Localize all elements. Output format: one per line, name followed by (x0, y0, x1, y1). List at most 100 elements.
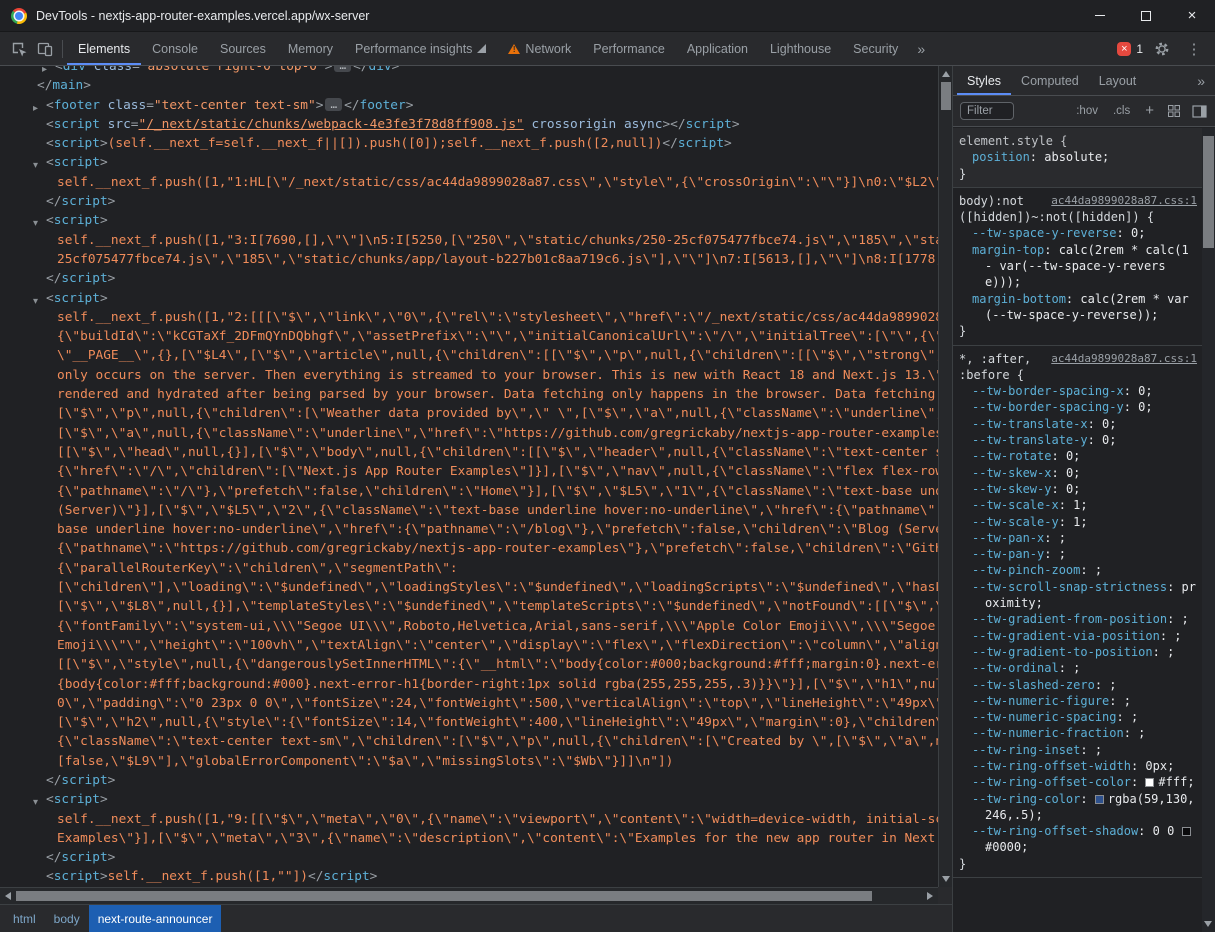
dom-tree-line[interactable]: [false,\"$L9\"],\"globalErrorComponent\"… (0, 752, 938, 771)
dom-tree-line[interactable]: only occurs on the server. Then everythi… (0, 366, 938, 385)
sidebar-scroll-thumb[interactable] (1203, 136, 1214, 248)
css-declaration[interactable]: --tw-border-spacing-x: 0; (959, 383, 1197, 399)
expand-ellipsis-button[interactable]: … (334, 66, 351, 72)
css-declaration[interactable]: --tw-ordinal: ; (959, 660, 1197, 676)
css-declaration[interactable]: --tw-border-spacing-y: 0; (959, 399, 1197, 415)
tab-sources[interactable]: Sources (209, 32, 277, 65)
css-declaration[interactable]: --tw-gradient-from-position: ; (959, 611, 1197, 627)
tab-network[interactable]: Network (497, 32, 582, 65)
css-declaration[interactable]: --tw-pan-x: ; (959, 530, 1197, 546)
dom-tree-line[interactable]: [\"$\",\"p\",null,{\"children\":[\"Weath… (0, 404, 938, 423)
tab-security[interactable]: Security (842, 32, 909, 65)
dom-tree-line[interactable]: self.__next_f.push([1,"1:HL[\"/_next/sta… (0, 173, 938, 192)
css-declaration[interactable]: --tw-ring-offset-color: #fff; (959, 774, 1197, 790)
dom-tree-line[interactable]: rendered and hydrated after being parsed… (0, 385, 938, 404)
dom-tree-line[interactable]: {\"pathname\":\"https://github.com/gregr… (0, 539, 938, 558)
css-declaration[interactable]: margin-bottom: calc(2rem * var(--tw-spac… (959, 291, 1197, 324)
css-declaration[interactable]: --tw-numeric-spacing: ; (959, 709, 1197, 725)
css-declaration[interactable]: --tw-slashed-zero: ; (959, 677, 1197, 693)
tab-console[interactable]: Console (141, 32, 209, 65)
dom-tree-line[interactable]: Examples\"}],[\"$\",\"meta\",\"3\",{\"na… (0, 829, 938, 848)
dom-tree-line[interactable]: ▾<script> (0, 153, 938, 172)
settings-gear-icon[interactable] (1149, 36, 1175, 62)
device-toolbar-icon[interactable] (32, 36, 58, 62)
css-selector[interactable]: element.style { (959, 134, 1067, 148)
breadcrumb-item-next-route-announcer[interactable]: next-route-announcer (89, 905, 222, 932)
css-declaration[interactable]: position: absolute; (959, 149, 1197, 165)
dom-tree-line[interactable]: <script>self.__next_f.push([1,""])</scri… (0, 867, 938, 886)
dom-tree-line[interactable]: ▸<footer class="text-center text-sm">…</… (0, 96, 938, 115)
color-swatch[interactable] (1095, 795, 1104, 804)
stylesheet-source-link[interactable]: ac44da9899028a87.css:1 (1051, 193, 1197, 209)
new-style-rule-button[interactable]: + (1141, 104, 1158, 118)
tab-performance[interactable]: Performance (582, 32, 676, 65)
console-error-badge[interactable]: × 1 (1117, 42, 1143, 56)
dom-tree-line[interactable]: ▾<script> (0, 790, 938, 809)
dom-tree-line[interactable]: 0\",\"padding\":\"0 23px 0 0\",\"fontSiz… (0, 694, 938, 713)
grid-icon[interactable] (1165, 98, 1183, 124)
dom-tree-line[interactable]: </script> (0, 192, 938, 211)
css-declaration[interactable]: --tw-translate-x: 0; (959, 416, 1197, 432)
dom-tree-line[interactable]: {\"pathname\":\"/\"},\"prefetch\":false,… (0, 482, 938, 501)
dom-tree-line[interactable]: [[\"$\",\"style\",null,{\"dangerouslySet… (0, 655, 938, 674)
scroll-down-icon[interactable] (942, 876, 950, 882)
dom-tree-line[interactable]: ▾<script> (0, 289, 938, 308)
css-declaration[interactable]: --tw-numeric-fraction: ; (959, 725, 1197, 741)
close-button[interactable]: × (1169, 0, 1215, 31)
vertical-scroll-thumb[interactable] (941, 82, 951, 110)
css-declaration[interactable]: --tw-translate-y: 0; (959, 432, 1197, 448)
horizontal-scroll-thumb[interactable] (16, 891, 872, 901)
css-selector[interactable]: *, :after, :before { (959, 352, 1038, 382)
maximize-button[interactable] (1123, 0, 1169, 31)
dom-tree-line[interactable]: [\"$\",\"$L8\",null,{}],\"templateStyles… (0, 597, 938, 616)
css-declaration[interactable]: --tw-scale-y: 1; (959, 514, 1197, 530)
breadcrumb-item-html[interactable]: html (4, 905, 45, 932)
tab-computed[interactable]: Computed (1011, 66, 1089, 95)
minimize-button[interactable] (1077, 0, 1123, 31)
dom-tree-line[interactable]: {\"className\":\"text-center text-sm\",\… (0, 732, 938, 751)
dom-tree-line[interactable]: self.__next_f.push([1,"3:I[7690,[],\"\"]… (0, 231, 938, 250)
css-declaration[interactable]: margin-top: calc(2rem * calc(1 - var(--t… (959, 242, 1197, 291)
dom-tree-line[interactable]: self.__next_f.push([1,"2:[[[\"$\",\"link… (0, 308, 938, 327)
css-declaration[interactable]: --tw-scale-x: 1; (959, 497, 1197, 513)
dom-tree-line[interactable]: Emoji\\\"\",\"height\":\"100vh\",\"textA… (0, 636, 938, 655)
tab-performance-insights[interactable]: Performance insights (344, 32, 497, 65)
horizontal-scrollbar[interactable] (0, 887, 938, 904)
scroll-up-icon[interactable] (942, 71, 950, 77)
sidebar-more-tabs-icon[interactable]: » (1187, 66, 1215, 95)
dom-tree-line[interactable]: </script> (0, 848, 938, 867)
css-declaration[interactable]: --tw-ring-color: rgba(59,130,246,.5); (959, 791, 1197, 824)
sidebar-scrollbar[interactable] (1202, 128, 1215, 932)
css-declaration[interactable]: --tw-gradient-to-position: ; (959, 644, 1197, 660)
stylesheet-source-link[interactable]: ac44da9899028a87.css:1 (1051, 351, 1197, 367)
vertical-scrollbar[interactable] (938, 66, 952, 887)
dom-tree-line[interactable]: ▾<script> (0, 211, 938, 230)
dom-tree-line[interactable]: [\"$\",\"a\",null,{\"className\":\"under… (0, 424, 938, 443)
tab-memory[interactable]: Memory (277, 32, 344, 65)
css-declaration[interactable]: --tw-pinch-zoom: ; (959, 562, 1197, 578)
dom-tree-line[interactable]: [\"$\",\"h2\",null,{\"style\":{\"fontSiz… (0, 713, 938, 732)
dom-tree-line[interactable]: [[\"$\",\"head\",null,{}],[\"$\",\"body\… (0, 443, 938, 462)
sidebar-scroll-down-icon[interactable] (1204, 921, 1212, 927)
css-declaration[interactable]: --tw-ring-offset-shadow: 0 0 #0000; (959, 823, 1197, 856)
scroll-left-icon[interactable] (5, 892, 11, 900)
dom-tree-line[interactable]: <script src="/_next/static/chunks/webpac… (0, 115, 938, 134)
dom-tree-line[interactable]: {\"parallelRouterKey\":\"children\",\"se… (0, 559, 938, 578)
toggle-element-state-button[interactable]: :hov (1072, 104, 1102, 118)
styles-filter-input[interactable]: Filter (960, 102, 1014, 120)
dom-tree-line[interactable]: <script>(self.__next_f=self.__next_f||[]… (0, 134, 938, 153)
dom-tree-line[interactable]: ▸<div class="absolute right-0 top-0">…</… (0, 66, 938, 76)
dom-tree-line[interactable]: </main> (0, 76, 938, 95)
dom-tree-line[interactable]: 25cf075477fbce74.js\",\"185\",\"static/c… (0, 250, 938, 269)
breadcrumb-item-body[interactable]: body (45, 905, 89, 932)
dom-tree-line[interactable]: base underline hover:no-underline\",\"hr… (0, 520, 938, 539)
expand-ellipsis-button[interactable]: … (325, 98, 342, 111)
tab-lighthouse[interactable]: Lighthouse (759, 32, 842, 65)
dock-panel-icon[interactable] (1190, 98, 1208, 124)
element-classes-button[interactable]: .cls (1109, 104, 1134, 118)
more-menu-icon[interactable]: ⋮ (1181, 36, 1207, 62)
more-tabs-icon[interactable]: » (909, 41, 933, 57)
css-declaration[interactable]: --tw-scroll-snap-strictness: proximity; (959, 579, 1197, 612)
dom-tree-line[interactable]: {\"fontFamily\":\"system-ui,\\\"Segoe UI… (0, 617, 938, 636)
color-swatch[interactable] (1145, 778, 1154, 787)
